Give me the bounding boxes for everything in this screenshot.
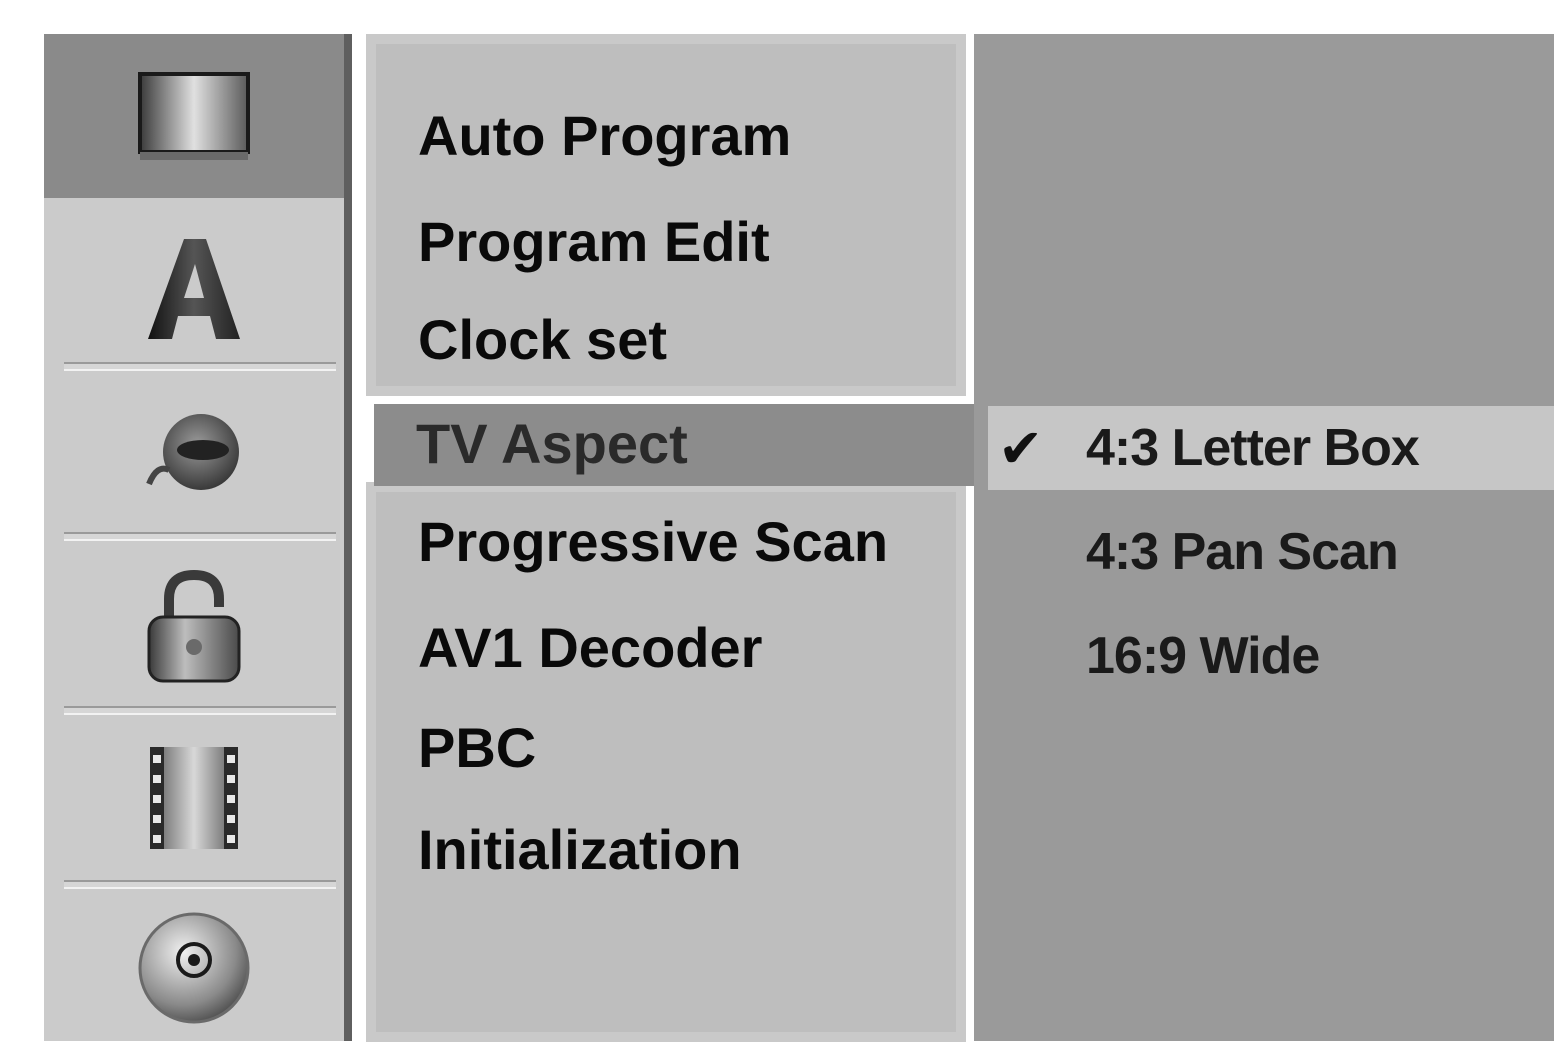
sidebar-item-audio[interactable]	[44, 374, 344, 534]
disc-icon	[138, 912, 250, 1023]
menu-item-av1-decoder[interactable]: AV1 Decoder	[418, 620, 762, 676]
sidebar-item-disc[interactable]	[44, 894, 344, 1041]
menu-item-program-edit[interactable]: Program Edit	[418, 214, 770, 270]
sidebar-item-lock[interactable]	[44, 544, 344, 710]
tv-aspect-options: ✔ 4:3 Letter Box 4:3 Pan Scan 16:9 Wide	[974, 34, 1554, 1041]
audio-icon	[146, 414, 239, 490]
option-letter-box[interactable]: 4:3 Letter Box	[1086, 422, 1420, 474]
setup-menu: Auto Program Program Edit Clock set TV A…	[366, 34, 974, 1042]
lock-icon	[147, 569, 241, 683]
sidebar-item-general[interactable]	[44, 34, 344, 198]
settings-category-sidebar	[44, 34, 352, 1041]
menu-item-auto-program[interactable]: Auto Program	[418, 108, 791, 164]
option-wide[interactable]: 16:9 Wide	[1086, 630, 1320, 682]
menu-item-pbc[interactable]: PBC	[418, 720, 536, 776]
menu-item-initialization[interactable]: Initialization	[418, 822, 742, 878]
recording-film-icon	[150, 747, 238, 849]
sidebar-divider	[64, 706, 336, 715]
general-settings-icon	[138, 72, 250, 160]
menu-item-tv-aspect[interactable]: TV Aspect	[374, 404, 974, 486]
sidebar-item-recording[interactable]	[44, 718, 344, 878]
menu-item-progressive-scan[interactable]: Progressive Scan	[418, 514, 888, 570]
menu-item-clock-set[interactable]: Clock set	[418, 312, 667, 368]
check-mark-icon: ✔	[998, 419, 1044, 479]
sidebar-divider	[64, 532, 336, 541]
sidebar-item-language[interactable]	[44, 214, 344, 364]
option-pan-scan[interactable]: 4:3 Pan Scan	[1086, 526, 1399, 578]
sidebar-divider	[64, 880, 336, 889]
sidebar-divider	[64, 362, 336, 371]
language-icon	[148, 239, 240, 339]
